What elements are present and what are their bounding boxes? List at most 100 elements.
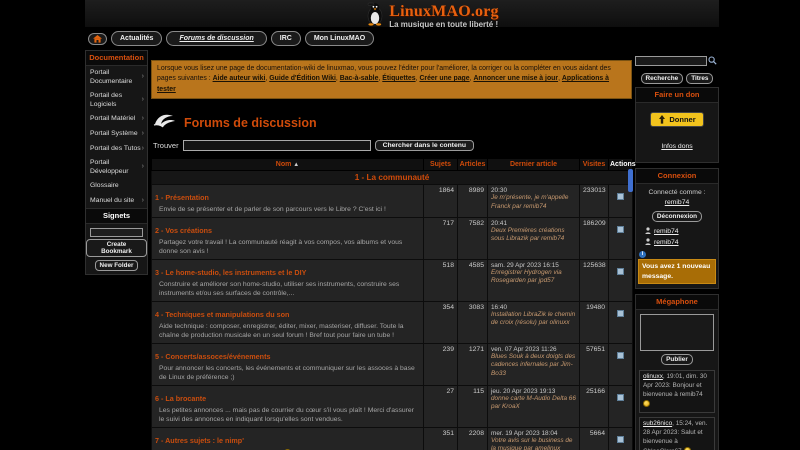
site-logo[interactable]: LinuxMAO.org La musique en toute liberté… [365, 2, 499, 31]
online-user-name[interactable]: remib74 [654, 239, 679, 246]
visits-count: 57651 [579, 342, 609, 386]
visits-count: 25166 [579, 384, 609, 428]
notice-link-5[interactable]: Créer une page [419, 75, 469, 82]
sidebar-item-manuel-du-site[interactable]: Manuel du site › [86, 194, 147, 209]
notice-link-6[interactable]: Annoncer une mise à jour [473, 75, 558, 82]
sidebar-item-portail-mat-riel[interactable]: Portail Matériel › [86, 112, 147, 127]
search-button-recherche[interactable]: Recherche [640, 73, 684, 85]
sidebar-item-label: Manuel du site [90, 196, 135, 204]
current-user-link[interactable]: remib74 [665, 199, 690, 206]
last-post-cell: 16:40 Installation LibraZik le chemin de … [487, 301, 580, 344]
home-button[interactable] [88, 32, 107, 45]
publish-button[interactable]: Publier [661, 353, 693, 365]
watch-forum-icon[interactable] [617, 393, 624, 401]
last-post-author[interactable]: remib74 [523, 203, 546, 210]
last-post-cell: mer. 19 Apr 2023 18:04 Votre avis sur le … [487, 426, 580, 450]
user-icon [645, 227, 651, 236]
sidebar-item-portail-documentaire[interactable]: Portail Documentaire › [86, 66, 147, 89]
forum-row: 4 - Techniques et manipulations du son Ai… [151, 301, 633, 344]
donation-infos-link[interactable]: Infos dons [661, 143, 692, 150]
sidebar-item-portail-d-veloppeur[interactable]: Portail Développeur › [86, 156, 147, 179]
search-content-button[interactable]: Chercher dans le contenu [374, 140, 475, 152]
donate-button[interactable]: Donner [650, 112, 704, 128]
sidebar-item-label: Portail Système [90, 129, 138, 137]
forum-link[interactable]: 3 - Le home-studio, les instruments et l… [155, 268, 306, 277]
watch-forum-icon[interactable] [617, 435, 624, 443]
megaphone-textarea[interactable] [640, 313, 714, 351]
actions-cell [608, 259, 633, 303]
message-author[interactable]: olinuxx [643, 373, 663, 380]
logo-text: LinuxMAO.org La musique en toute liberté… [389, 4, 499, 29]
forum-row: 7 - Autres sujets : le nimp'Le coin où l… [151, 426, 633, 450]
last-post-author[interactable]: olinuxx [550, 319, 570, 326]
last-post-topic[interactable]: donne carte M-Audio Delta 66 [491, 395, 576, 402]
watch-forum-icon[interactable] [617, 268, 624, 276]
col-header-dernier-article[interactable]: Dernier article [487, 158, 580, 172]
chevron-right-icon: › [141, 144, 144, 152]
last-post-title[interactable]: Deux Premières créations sous Librazik p… [491, 227, 576, 244]
panel-scroll-handle[interactable] [628, 169, 633, 192]
sidebar-item-portail-des-logiciels[interactable]: Portail des Logiciels › [86, 89, 147, 112]
page-title: Forums de discussion [184, 115, 317, 130]
last-post-title[interactable]: donne carte M-Audio Delta 66 par KroaX [491, 395, 576, 412]
col-header-articles[interactable]: Articles [457, 158, 488, 172]
posts-count: 8989 [457, 184, 488, 219]
col-header-visites[interactable]: Visites [579, 158, 609, 172]
posts-count: 7582 [457, 217, 488, 261]
sidebar-item-glossaire[interactable]: Glossaire [86, 179, 147, 193]
forum-link[interactable]: 5 - Concerts/assoces/événements [155, 352, 270, 361]
forum-search-input[interactable] [182, 140, 371, 152]
message-author[interactable]: sub26nico [643, 420, 672, 427]
notice-link-3[interactable]: Bac-à-sable [340, 75, 379, 82]
forum-row: 5 - Concerts/assoces/événements Pour anno… [151, 342, 633, 386]
watch-forum-icon[interactable] [617, 193, 624, 201]
notice-link-2[interactable]: Guide d'Édition Wiki [269, 75, 336, 82]
page: LinuxMAO.org La musique en toute liberté… [0, 0, 800, 450]
last-post-author[interactable]: amelinux [535, 445, 561, 450]
forum-link[interactable]: 7 - Autres sujets : le nimp' [155, 436, 244, 445]
online-user-name[interactable]: remib74 [654, 228, 679, 235]
online-user-row: remib74 [636, 226, 718, 237]
sidebar-item-portail-syst-me[interactable]: Portail Système › [86, 127, 147, 142]
forum-link[interactable]: 6 - La brocante [155, 394, 206, 403]
search-icon[interactable] [708, 52, 717, 70]
new-folder-button[interactable]: New Folder [94, 260, 139, 272]
create-bookmark-button[interactable]: Create Bookmark [86, 239, 147, 258]
last-post-author[interactable]: remib74 [541, 235, 564, 242]
last-post-title[interactable]: Je m'présente, je m'appelle Franck par r… [491, 194, 576, 211]
section-title[interactable]: 1 - La communauté [151, 170, 633, 186]
site-search-input[interactable] [635, 56, 707, 67]
last-post-title[interactable]: Enregistrer Hydrogen via Rosegarden par … [491, 269, 576, 286]
nav-item-irc[interactable]: IRC [270, 31, 301, 47]
last-post-title[interactable]: Votre avis sur le business de la musique… [491, 437, 576, 450]
visits-count: 186209 [579, 217, 609, 261]
nav-item-forums-de-discussion[interactable]: Forums de discussion [166, 31, 267, 47]
nav-item-mon-linuxmao[interactable]: Mon LinuxMAO [304, 31, 375, 47]
sidebar-item-label: Portail Matériel [90, 115, 136, 123]
last-post-author[interactable]: KroaX [502, 403, 520, 410]
last-post-title[interactable]: Installation LibraZik le chemin de croix… [491, 311, 576, 328]
last-post-title[interactable]: Blues Souk à deux doigts des cadences in… [491, 353, 576, 378]
search-button-titres[interactable]: Titres [686, 73, 714, 85]
bookmark-name-input[interactable] [90, 228, 143, 238]
sidebar-item-portail-des-tutos[interactable]: Portail des Tutos › [86, 142, 147, 157]
notice-link-4[interactable]: Étiquettes [382, 75, 415, 82]
nav-item-actualit-s[interactable]: Actualités [111, 31, 163, 47]
col-header-sujets[interactable]: Sujets [423, 158, 458, 172]
info-icon[interactable]: i [639, 251, 646, 259]
notice-links: Aide auteur wiki, Guide d'Édition Wiki, … [157, 75, 610, 93]
col-header-nom[interactable]: Nom ▲ [151, 158, 424, 172]
new-message-notification[interactable]: Vous avez 1 nouveau message. [638, 259, 716, 284]
watch-forum-icon[interactable] [617, 351, 624, 359]
smiley-icon [683, 446, 691, 450]
connexion-title: Connexion [636, 169, 718, 185]
forum-link[interactable]: 1 - Présentation [155, 193, 209, 202]
forum-link[interactable]: 2 - Vos créations [155, 226, 212, 235]
forum-link[interactable]: 4 - Techniques et manipulations du son [155, 310, 289, 319]
logout-button[interactable]: Déconnexion [651, 211, 703, 223]
notice-link-1[interactable]: Aide auteur wiki [213, 75, 266, 82]
last-post-author[interactable]: jpd57 [539, 277, 555, 284]
watch-forum-icon[interactable] [617, 310, 624, 318]
watch-forum-icon[interactable] [617, 226, 624, 234]
site-container: LinuxMAO.org La musique en toute liberté… [85, 0, 719, 450]
